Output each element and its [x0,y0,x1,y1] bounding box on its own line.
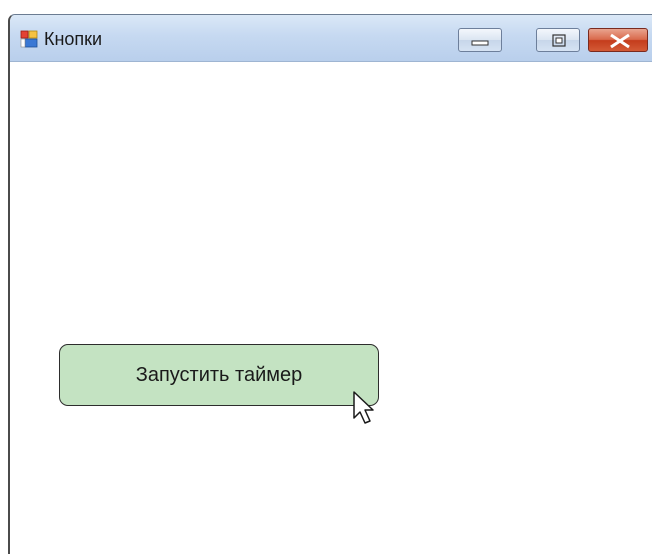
window-title: Кнопки [44,29,103,49]
windows-form-icon [20,30,38,48]
mouse-pointer-icon [352,390,378,430]
form-client-area: Запустить таймер [10,62,652,554]
close-button[interactable] [588,28,648,52]
minimize-button[interactable] [458,28,502,52]
title-bar[interactable]: Кнопки [10,15,652,62]
maximize-button[interactable] [536,28,580,52]
start-timer-button[interactable]: Запустить таймер [59,344,379,406]
app-window: Кнопки Запустить таймер [8,14,652,554]
